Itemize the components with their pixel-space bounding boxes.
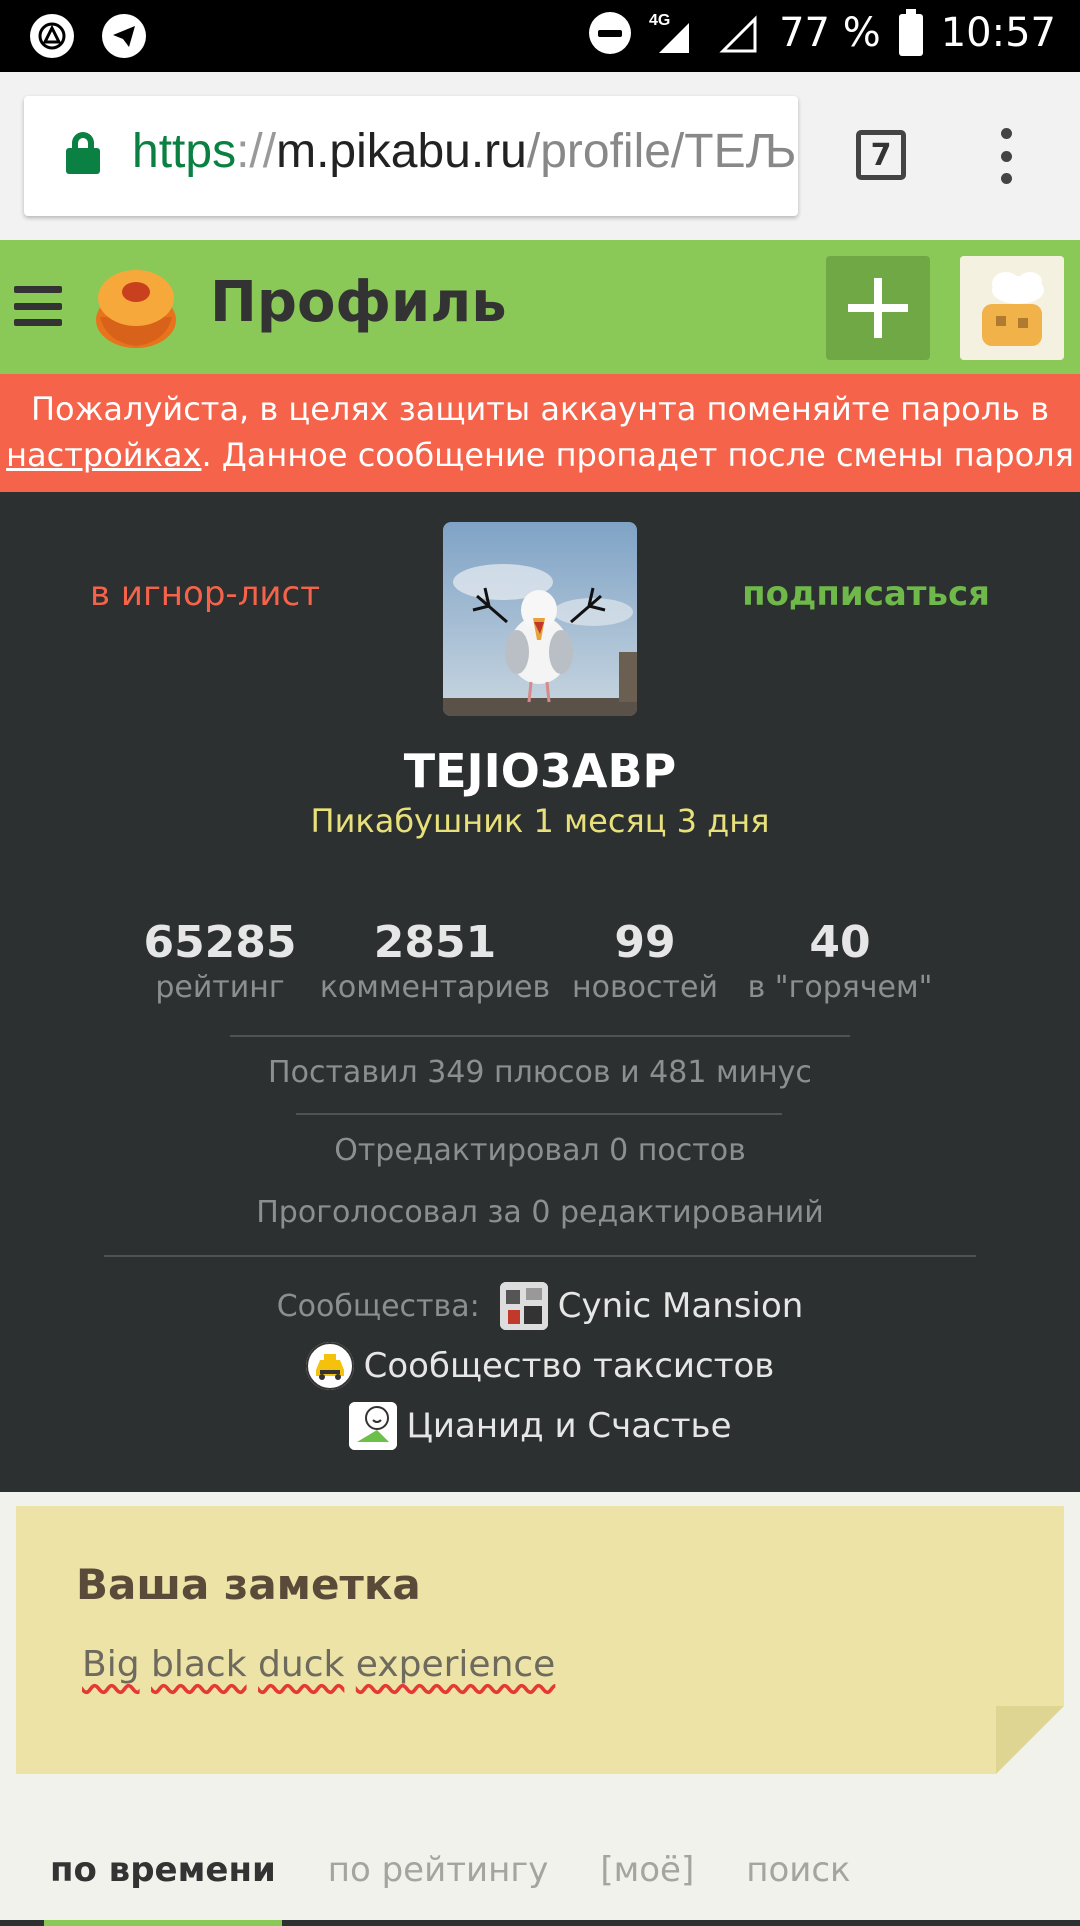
- tab-mine[interactable]: [моё]: [600, 1850, 694, 1890]
- url-text[interactable]: https://m.pikabu.ru/profile/TEЉ: [132, 124, 796, 179]
- divider: [104, 1255, 976, 1257]
- menu-icon[interactable]: [14, 286, 62, 326]
- communities-label: Сообщества:: [276, 1288, 480, 1324]
- stat-rating: 65285 рейтинг: [143, 917, 297, 1005]
- url-bar[interactable]: https://m.pikabu.ru/profile/TEЉ: [24, 96, 798, 216]
- profile-avatar: [443, 522, 637, 716]
- stat-hot: 40 в "горячем": [747, 917, 933, 1005]
- settings-link[interactable]: настройках: [6, 436, 201, 474]
- tab-switcher-button[interactable]: 7: [856, 130, 906, 180]
- subscribe-button[interactable]: подписаться: [742, 574, 990, 614]
- signal-empty-icon: [719, 15, 757, 53]
- community-link-taxi[interactable]: Сообщество таксистов: [364, 1346, 775, 1386]
- note-title: Ваша заметка: [76, 1560, 421, 1609]
- username: TEJIO3ABP: [403, 744, 677, 798]
- cyanide-happiness-icon: [348, 1402, 397, 1450]
- note-textarea[interactable]: Big black duck experience: [82, 1644, 982, 1685]
- profile-card: в игнор-лист подписаться TEJIO3ABP Пикаб…: [0, 492, 1080, 877]
- password-warning-banner: Пожалуйста, в целях защиты аккаунта поме…: [0, 374, 1080, 492]
- stats-row: 65285 рейтинг 2851 комментариев 99 новостей…: [0, 917, 1080, 1005]
- edited-summary: Отредактировал 0 постов: [334, 1133, 746, 1168]
- user-note: Ваша заметка Big black duck experience: [16, 1506, 1064, 1774]
- member-tenure: Пикабушник 1 месяц 3 дня: [310, 802, 770, 840]
- telegram-icon: [102, 14, 146, 58]
- app-notification-icon: [30, 14, 74, 58]
- votes-summary: Поставил 349 плюсов и 481 минус: [268, 1055, 812, 1090]
- cynic-mansion-icon: [499, 1282, 548, 1330]
- page-title: Профиль: [210, 270, 507, 335]
- pikabu-logo[interactable]: [86, 262, 182, 352]
- community-link-cynic-mansion[interactable]: Cynic Mansion: [558, 1286, 804, 1326]
- community-link-cyanide[interactable]: Цианид и Счастье: [407, 1406, 732, 1446]
- do-not-disturb-icon: [589, 12, 632, 54]
- stat-posts: 99 новостей: [572, 917, 718, 1005]
- taxi-icon: [305, 1342, 354, 1390]
- battery-percent: 77 %: [779, 10, 881, 56]
- tab-by-rating[interactable]: по рейтингу: [328, 1850, 549, 1890]
- divider: [296, 1113, 782, 1115]
- svg-text:4G: 4G: [649, 12, 670, 29]
- sort-tabs: по времени по рейтингу [моё] поиск: [0, 1820, 1080, 1926]
- add-post-button[interactable]: [826, 256, 930, 360]
- note-folded-corner: [996, 1706, 1064, 1774]
- stat-comments: 2851 комментариев: [319, 917, 551, 1005]
- tab-by-time[interactable]: по времени: [44, 1850, 282, 1926]
- lock-icon: [66, 132, 100, 174]
- site-header: Профиль: [0, 240, 1080, 374]
- browser-menu-icon[interactable]: [1000, 128, 1012, 184]
- battery-icon: [898, 9, 923, 56]
- profile-stats: 65285 рейтинг 2851 комментариев 99 новостей…: [0, 877, 1080, 1492]
- signal-icon: 4G: [649, 12, 690, 53]
- browser-toolbar: https://m.pikabu.ru/profile/TEЉ 7: [0, 72, 1080, 240]
- tab-search[interactable]: поиск: [746, 1850, 850, 1890]
- voted-edits-summary: Проголосовал за 0 редактирований: [256, 1195, 824, 1230]
- ignore-list-button[interactable]: в игнор-лист: [90, 574, 320, 614]
- divider: [230, 1035, 850, 1037]
- status-bar: 4G 77 % 10:57: [0, 0, 1080, 72]
- user-avatar-thumbnail[interactable]: [960, 256, 1064, 360]
- clock: 10:57: [940, 10, 1056, 56]
